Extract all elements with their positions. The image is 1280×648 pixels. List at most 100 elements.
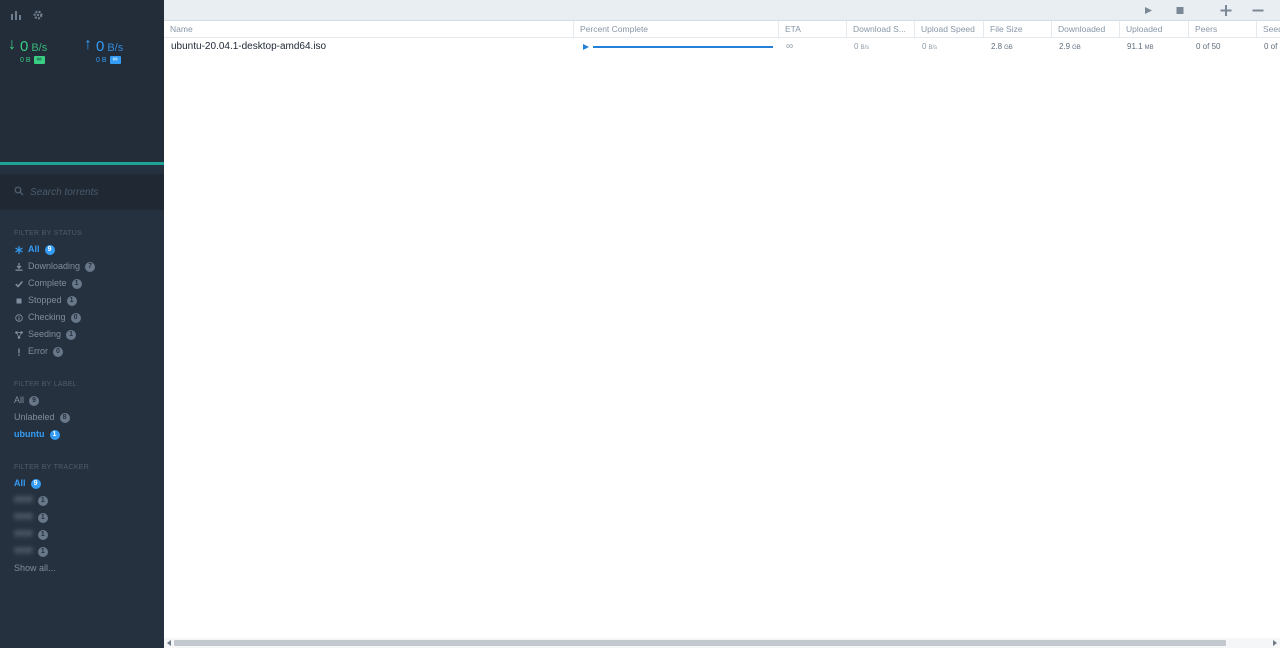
graph-icon[interactable] bbox=[10, 9, 22, 21]
download-icon bbox=[14, 262, 23, 272]
minus-icon bbox=[1252, 9, 1264, 12]
count-badge: 1 bbox=[37, 546, 48, 557]
transfer-panel: ↓ 0 B/s 0 B ∞ ↑ 0 B/s 0 B ∞ bbox=[0, 0, 164, 162]
upload-speed-unit: B/s bbox=[107, 42, 124, 54]
start-button[interactable] bbox=[1141, 4, 1155, 17]
stop-button[interactable] bbox=[1173, 4, 1187, 17]
count-badge: 1 bbox=[37, 495, 48, 506]
count-badge: 9 bbox=[29, 395, 40, 406]
count-badge: 0 bbox=[53, 346, 63, 357]
search-icon bbox=[14, 186, 24, 196]
label-filter-label: ubuntu bbox=[14, 429, 45, 439]
torrent-downloaded: 2.9 GB bbox=[1052, 38, 1120, 57]
tracker-filter-label: All bbox=[14, 478, 26, 488]
upload-arrow-icon: ↑ bbox=[84, 36, 92, 53]
status-filter-label: Stopped bbox=[28, 295, 62, 305]
label-filter-unlabeled[interactable]: Unlabeled 8 bbox=[14, 410, 70, 424]
status-filter-label: All bbox=[28, 244, 40, 254]
downloaded-unit: GB bbox=[1072, 45, 1081, 51]
download-speed-unit: B/s bbox=[31, 42, 48, 54]
column-uploaded[interactable]: Uploaded bbox=[1120, 21, 1189, 38]
torrent-seeds: 0 of bbox=[1264, 42, 1278, 51]
count-badge: 1 bbox=[66, 295, 77, 306]
status-filter-checking[interactable]: Checking 0 bbox=[14, 310, 81, 324]
uploaded-unit: MB bbox=[1144, 45, 1154, 51]
scroll-right-icon[interactable] bbox=[1272, 640, 1278, 646]
column-upload-speed[interactable]: Upload Speed bbox=[915, 21, 984, 38]
tracker-filter-all[interactable]: All 9 bbox=[14, 476, 41, 490]
play-icon bbox=[583, 44, 589, 50]
tracker-filter-label: ffffffff bbox=[14, 529, 33, 539]
download-speed-unit: B/s bbox=[860, 45, 870, 51]
status-filter-label: Error bbox=[28, 346, 48, 356]
column-percent-complete[interactable]: Percent Complete bbox=[574, 21, 779, 38]
horizontal-scrollbar[interactable] bbox=[164, 638, 1280, 648]
stop-icon bbox=[14, 296, 23, 306]
tracker-filter-label: ffffffff bbox=[14, 546, 33, 556]
sidebar: ↓ 0B/s 0 B∞ ↑ 0B/s 0 B∞ Filter by Status… bbox=[0, 0, 164, 648]
label-filter-title: Filter by Label bbox=[14, 381, 77, 388]
download-speed-value: 0 bbox=[20, 38, 29, 55]
upload-total: 0 B bbox=[96, 56, 107, 64]
status-filter-label: Complete bbox=[28, 278, 67, 288]
tracker-filter-item-2[interactable]: ffffffff 1 bbox=[14, 510, 48, 524]
column-file-size[interactable]: File Size bbox=[984, 21, 1052, 38]
download-speed-value: 0 bbox=[854, 42, 859, 51]
column-seeds[interactable]: Seed bbox=[1257, 21, 1280, 38]
torrent-file-size: 2.8 GB bbox=[984, 38, 1052, 57]
count-badge: 9 bbox=[30, 478, 41, 489]
torrent-download-speed: 0 B/s bbox=[847, 38, 915, 57]
status-filter-downloading[interactable]: Downloading 7 bbox=[14, 259, 96, 273]
scrollbar-thumb[interactable] bbox=[174, 640, 1226, 646]
asterisk-icon bbox=[14, 245, 23, 255]
tracker-filter-item-3[interactable]: ffffffff 1 bbox=[14, 527, 48, 541]
status-filter-complete[interactable]: Complete 1 bbox=[14, 276, 82, 290]
stop-icon bbox=[1176, 7, 1184, 14]
column-peers[interactable]: Peers bbox=[1189, 21, 1257, 38]
torrent-upload-speed: 0 B/s bbox=[915, 38, 984, 57]
count-badge: 1 bbox=[71, 278, 82, 289]
scroll-left-icon[interactable] bbox=[166, 640, 172, 646]
info-icon bbox=[14, 313, 23, 323]
upload-limit-badge[interactable]: ∞ bbox=[109, 56, 121, 64]
status-filter-error[interactable]: Error 0 bbox=[14, 344, 63, 358]
tracker-filter-title: Filter by Tracker bbox=[14, 464, 90, 471]
status-filter-stopped[interactable]: Stopped 1 bbox=[14, 293, 77, 307]
label-filter-ubuntu[interactable]: ubuntu 1 bbox=[14, 427, 60, 441]
tracker-filter-label: ffffffff bbox=[14, 512, 33, 522]
column-downloaded[interactable]: Downloaded bbox=[1052, 21, 1120, 38]
torrent-name: ubuntu-20.04.1-desktop-amd64.iso bbox=[171, 41, 327, 52]
status-filter-all[interactable]: All 9 bbox=[14, 242, 55, 256]
upload-speed-value: 0 bbox=[96, 38, 105, 55]
download-arrow-icon: ↓ bbox=[8, 36, 16, 53]
count-badge: 0 bbox=[70, 312, 81, 323]
tracker-filter-label: ffffffff bbox=[14, 495, 33, 505]
download-limit-badge[interactable]: ∞ bbox=[33, 56, 45, 64]
search-box bbox=[0, 174, 164, 210]
search-input[interactable] bbox=[30, 183, 156, 201]
show-all-trackers-link[interactable]: Show all... bbox=[14, 561, 56, 575]
tracker-filter-item-4[interactable]: ffffffff 1 bbox=[14, 544, 48, 558]
torrent-uploaded: 91.1 MB bbox=[1120, 38, 1189, 57]
label-filter-label: All bbox=[14, 395, 25, 405]
label-filter-all[interactable]: All 9 bbox=[14, 393, 40, 407]
column-name[interactable]: Name bbox=[164, 21, 574, 38]
add-torrent-button[interactable] bbox=[1219, 4, 1233, 17]
count-badge: 1 bbox=[66, 329, 77, 340]
status-filter-label: Checking bbox=[28, 312, 66, 322]
count-badge: 9 bbox=[44, 244, 55, 255]
column-eta[interactable]: ETA bbox=[779, 21, 847, 38]
count-badge: 1 bbox=[37, 529, 48, 540]
column-download-speed[interactable]: Download S... bbox=[847, 21, 915, 38]
gear-icon[interactable] bbox=[32, 9, 44, 21]
status-filter-seeding[interactable]: Seeding 1 bbox=[14, 327, 77, 341]
tracker-filter-item-1[interactable]: ffffffff 1 bbox=[14, 493, 48, 507]
torrent-eta: ∞ bbox=[786, 41, 794, 52]
remove-torrent-button[interactable] bbox=[1251, 4, 1265, 17]
count-badge: 8 bbox=[59, 412, 70, 423]
plus-icon bbox=[1220, 5, 1232, 16]
seed-icon bbox=[14, 330, 23, 340]
uploaded-value: 91.1 bbox=[1127, 42, 1143, 51]
file-size-unit: GB bbox=[1004, 45, 1013, 51]
count-badge: 1 bbox=[49, 429, 60, 440]
